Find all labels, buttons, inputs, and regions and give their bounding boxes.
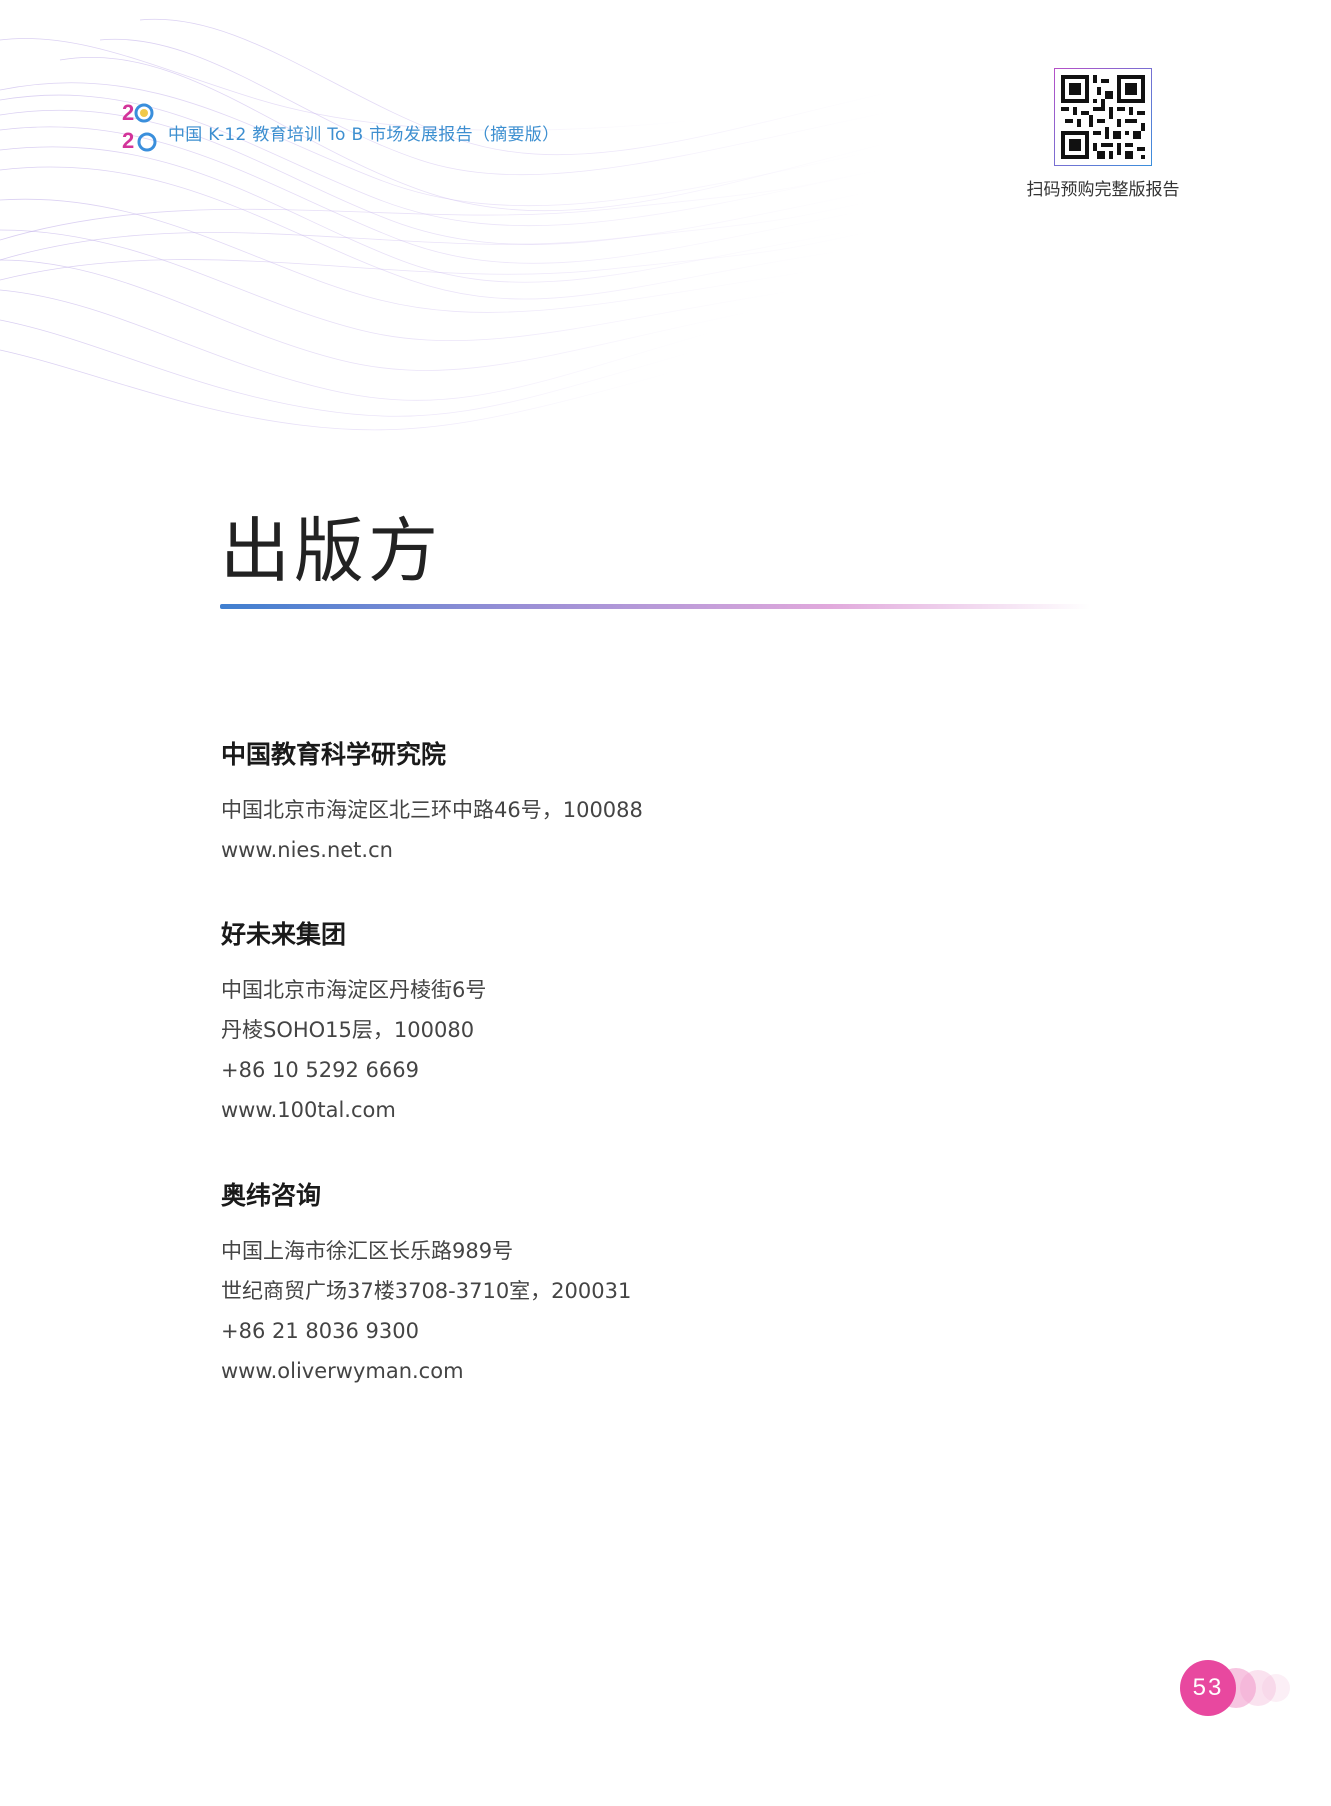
publisher-address: 中国北京市海淀区北三环中路46号，100088: [221, 798, 643, 822]
publisher-block: 奥纬咨询 中国上海市徐汇区长乐路989号 世纪商贸广场37楼3708-3710室…: [221, 1179, 1021, 1391]
publisher-name: 好未来集团: [221, 920, 347, 949]
publisher-block: 中国教育科学研究院 中国北京市海淀区北三环中路46号，100088 www.ni…: [221, 738, 1021, 870]
publisher-website-link[interactable]: www.nies.net.cn: [221, 830, 1021, 870]
qr-code-icon: [1054, 68, 1152, 166]
2020-logo-icon: 2 2: [122, 100, 157, 153]
publisher-phone: +86 21 8036 9300: [221, 1319, 419, 1343]
publisher-phone: +86 10 5292 6669: [221, 1058, 419, 1082]
report-title: 中国 K-12 教育培训 To B 市场发展报告（摘要版）: [168, 125, 560, 145]
publisher-address: 丹棱SOHO15层，100080: [221, 1018, 475, 1042]
publisher-address: 中国北京市海淀区丹棱街6号: [221, 978, 487, 1002]
title-underline: [220, 604, 1090, 609]
svg-text:2: 2: [122, 100, 134, 125]
publisher-name: 中国教育科学研究院: [221, 740, 447, 769]
svg-text:2: 2: [122, 128, 134, 153]
publisher-address: 世纪商贸广场37楼3708-3710室，200031: [221, 1279, 632, 1303]
publisher-name: 奥纬咨询: [221, 1181, 322, 1210]
page-number-badge: 53: [1180, 1660, 1300, 1720]
publisher-address: 中国上海市徐汇区长乐路989号: [221, 1239, 514, 1263]
publisher-website-link[interactable]: www.100tal.com: [221, 1090, 1021, 1130]
publisher-block: 好未来集团 中国北京市海淀区丹棱街6号 丹棱SOHO15层，100080 +86…: [221, 918, 1021, 1130]
page-number: 53: [1192, 1674, 1224, 1701]
page-title: 出版方: [220, 510, 442, 592]
decorative-wave-background: [0, 18, 900, 431]
publisher-website-link[interactable]: www.oliverwyman.com: [221, 1351, 1021, 1391]
qr-caption: 扫码预购完整版报告: [1026, 180, 1180, 200]
